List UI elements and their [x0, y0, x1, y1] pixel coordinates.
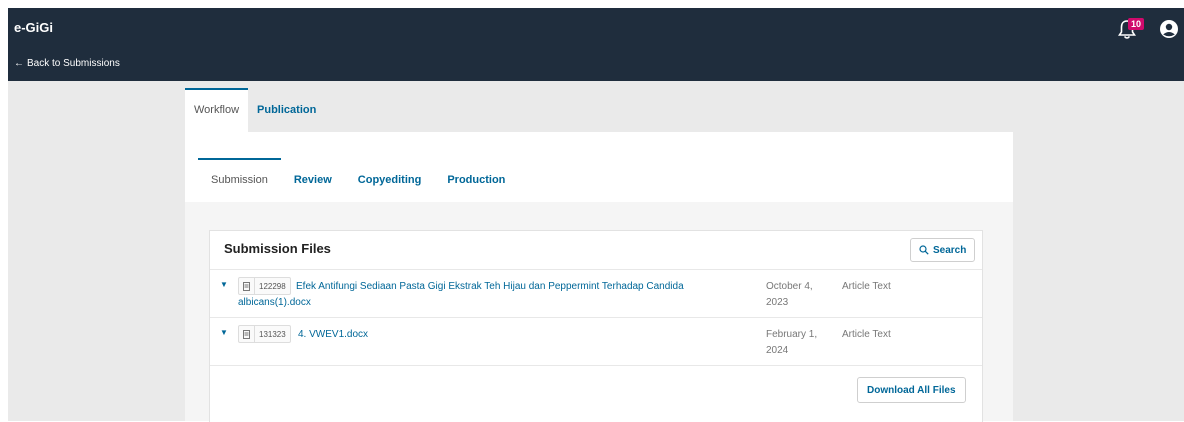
expand-row-icon[interactable]: ▼ [220, 280, 228, 289]
divider [210, 365, 982, 366]
back-link-label: Back to Submissions [27, 58, 120, 69]
workflow-publication-tabs: Workflow Publication [185, 88, 325, 132]
search-button-label: Search [933, 244, 967, 256]
document-icon [239, 326, 255, 342]
notification-count-badge: 10 [1128, 18, 1144, 30]
back-to-submissions-link[interactable]: ← Back to Submissions [14, 58, 120, 69]
tab-publication[interactable]: Publication [248, 88, 325, 132]
file-name-link[interactable]: Efek Antifungi Sediaan Pasta Gigi Ekstra… [238, 279, 758, 311]
user-menu-button[interactable] [1159, 19, 1179, 39]
user-circle-icon [1160, 20, 1178, 38]
file-date: October 4, 2023 [766, 281, 813, 308]
file-date: February 1, 2024 [766, 329, 818, 356]
tab-copyediting[interactable]: Copyediting [345, 158, 435, 202]
tab-production[interactable]: Production [434, 158, 518, 202]
tab-review[interactable]: Review [281, 158, 345, 202]
app-logo[interactable]: e-GiGi [14, 20, 53, 35]
download-all-files-button[interactable]: Download All Files [857, 377, 966, 403]
expand-row-icon[interactable]: ▼ [220, 328, 228, 337]
workflow-panel: Submission Review Copyediting Production… [185, 132, 1013, 422]
top-bar: e-GiGi ← Back to Submissions 10 [8, 8, 1184, 81]
tab-workflow[interactable]: Workflow [185, 88, 249, 132]
file-id: 131323 [259, 329, 286, 339]
search-files-button[interactable]: Search [910, 238, 976, 262]
search-icon [919, 245, 929, 255]
file-type: Article Text [842, 281, 891, 292]
file-name-link[interactable]: 4. VWEV1.docx [298, 327, 758, 343]
stage-tabs: Submission Review Copyediting Production [198, 158, 518, 202]
app-window: e-GiGi ← Back to Submissions 10 Workflow … [8, 8, 1184, 422]
file-id-chip: 131323 [238, 325, 291, 343]
file-type: Article Text [842, 329, 891, 340]
file-row: ▼ 131323 4. VWEV1.docx February 1, 2024 … [210, 317, 982, 366]
submission-files-panel: Submission Files Search ▼ 122298 Efek An… [209, 230, 983, 422]
tab-submission[interactable]: Submission [198, 158, 281, 202]
files-header: Submission Files Search [210, 231, 982, 269]
file-row: ▼ 122298 Efek Antifungi Sediaan Pasta Gi… [210, 269, 982, 318]
back-arrow-icon: ← [14, 58, 24, 69]
submission-stage-area: Submission Files Search ▼ 122298 Efek An… [185, 202, 1013, 422]
files-panel-title: Submission Files [224, 241, 331, 256]
notifications-button[interactable]: 10 [1118, 18, 1144, 42]
